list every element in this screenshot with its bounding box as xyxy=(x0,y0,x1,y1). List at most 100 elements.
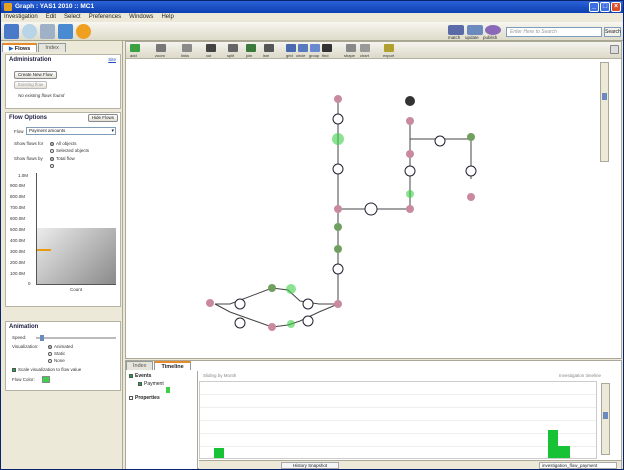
links-tool-icon[interactable] xyxy=(182,44,192,52)
flow-node[interactable] xyxy=(404,165,416,177)
flow-node[interactable] xyxy=(332,263,344,275)
cluster-node[interactable] xyxy=(334,245,342,253)
menu-preferences[interactable]: Preferences xyxy=(89,13,121,22)
spy-node[interactable] xyxy=(405,96,415,106)
person-node[interactable] xyxy=(406,117,414,125)
flow-node[interactable] xyxy=(234,298,246,310)
cut-tool-icon[interactable] xyxy=(206,44,216,52)
create-flow-button[interactable]: Create New Flow xyxy=(14,71,57,79)
flow-node[interactable] xyxy=(434,135,446,147)
tool-info-icon[interactable] xyxy=(76,24,91,39)
cluster-node[interactable] xyxy=(334,223,342,231)
status-select[interactable]: investigation_flow_payment xyxy=(539,462,617,469)
person-node[interactable] xyxy=(467,193,475,201)
close-button[interactable]: × xyxy=(611,2,621,12)
tool-graph-icon[interactable] xyxy=(4,24,19,39)
cluster-node[interactable] xyxy=(268,284,276,292)
existing-flow-button[interactable]: Existing flow xyxy=(14,81,48,89)
tree-properties[interactable]: Properties xyxy=(126,393,197,403)
person-node[interactable] xyxy=(406,150,414,158)
y-tick: 800.0M xyxy=(10,194,26,199)
search-button[interactable]: Search xyxy=(604,27,621,37)
graph-options-icon[interactable] xyxy=(610,45,619,54)
update-icon[interactable] xyxy=(467,25,483,35)
total-flow-radio[interactable]: Total flow xyxy=(50,156,75,161)
person-node[interactable] xyxy=(268,323,276,331)
match-icon[interactable] xyxy=(448,25,464,35)
publish-icon[interactable] xyxy=(485,25,501,35)
zoom-slider[interactable] xyxy=(600,62,609,162)
static-radio[interactable]: Static xyxy=(48,351,65,356)
flow-node[interactable] xyxy=(302,298,314,310)
person-node[interactable] xyxy=(334,300,342,308)
chart-tool-icon[interactable] xyxy=(360,44,370,52)
add-tool-icon[interactable] xyxy=(130,44,140,52)
tab-index[interactable]: Index xyxy=(38,43,66,52)
animation-title: Animation xyxy=(9,324,39,330)
group-tool-icon[interactable] xyxy=(310,44,320,52)
highlight-node[interactable] xyxy=(332,133,344,145)
join-tool-icon[interactable] xyxy=(246,44,256,52)
tree-payment[interactable]: Payment xyxy=(126,381,197,393)
network-graph xyxy=(206,95,477,331)
menu-windows[interactable]: Windows xyxy=(129,13,153,22)
menu-bar: Investigation Edit Select Preferences Wi… xyxy=(1,13,623,22)
flow-node[interactable] xyxy=(332,113,344,125)
history-snapshot-button[interactable]: History Snapshot xyxy=(281,462,339,469)
flow-node[interactable] xyxy=(302,315,314,327)
tool-monitor-icon[interactable] xyxy=(40,24,55,39)
highlight-node[interactable] xyxy=(287,320,295,328)
graph-nodes xyxy=(206,95,477,331)
highlight-node[interactable] xyxy=(286,284,296,294)
menu-help[interactable]: Help xyxy=(161,13,173,22)
none-radio[interactable]: None xyxy=(48,358,65,363)
highlight-node[interactable] xyxy=(406,190,414,198)
chart-tool-label: chart xyxy=(360,53,369,58)
chart-x-label: Count xyxy=(70,287,83,292)
flow-node[interactable] xyxy=(332,163,344,175)
join-tool-label: join xyxy=(246,53,253,58)
hide-flows-button[interactable]: Hide Flows xyxy=(87,114,118,122)
grid-tool-icon[interactable] xyxy=(286,44,296,52)
tree-events[interactable]: Events xyxy=(126,371,197,381)
menu-select[interactable]: Select xyxy=(64,13,81,22)
find-tool-icon[interactable] xyxy=(322,44,332,52)
all-objects-radio[interactable]: All objects xyxy=(50,141,77,146)
show-for-label: Show flows for xyxy=(14,141,44,146)
menu-edit[interactable]: Edit xyxy=(46,13,56,22)
tab-flows[interactable]: ▶ Flows xyxy=(2,43,38,52)
chart-plot-area xyxy=(36,173,116,285)
menu-investigation[interactable]: Investigation xyxy=(4,13,38,22)
selected-objects-radio[interactable]: Selected objects xyxy=(50,148,89,153)
tool-globe-icon[interactable] xyxy=(22,24,37,39)
maximize-button[interactable]: □ xyxy=(600,2,610,12)
split-tool-icon[interactable] xyxy=(228,44,238,52)
speed-slider[interactable] xyxy=(36,335,116,341)
scale-checkbox[interactable]: Scale visualization to flow value xyxy=(12,367,81,372)
person-node[interactable] xyxy=(406,205,414,213)
minimize-button[interactable]: _ xyxy=(589,2,599,12)
tool-book-icon[interactable] xyxy=(58,24,73,39)
tab-bottom-index[interactable]: Index xyxy=(126,361,154,370)
flow-node[interactable] xyxy=(234,317,246,329)
shape-tool-icon[interactable] xyxy=(346,44,356,52)
flow-select[interactable]: Payment amounts ▾ xyxy=(26,127,116,135)
search-input[interactable]: Enter Here to Search xyxy=(506,27,602,37)
flow-color-swatch[interactable] xyxy=(42,376,50,383)
flow-node[interactable] xyxy=(465,165,477,177)
cluster-node[interactable] xyxy=(467,133,475,141)
other-flow-radio[interactable] xyxy=(50,163,56,168)
animated-radio[interactable]: Animated xyxy=(48,344,73,349)
site-link[interactable]: Site xyxy=(108,57,116,62)
person-node[interactable] xyxy=(334,95,342,103)
export-tool-icon[interactable] xyxy=(384,44,394,52)
person-node[interactable] xyxy=(334,205,342,213)
person-node[interactable] xyxy=(206,299,214,307)
timeline-zoom-slider[interactable] xyxy=(601,383,610,455)
administration-section: Administration Site Create New Flow Exis… xyxy=(5,54,121,109)
tab-timeline[interactable]: Timeline xyxy=(154,361,191,370)
zoom-tool-icon[interactable] xyxy=(156,44,166,52)
lsm-tool-icon[interactable] xyxy=(264,44,274,52)
flow-node[interactable] xyxy=(364,202,378,216)
circle-tool-icon[interactable] xyxy=(298,44,308,52)
